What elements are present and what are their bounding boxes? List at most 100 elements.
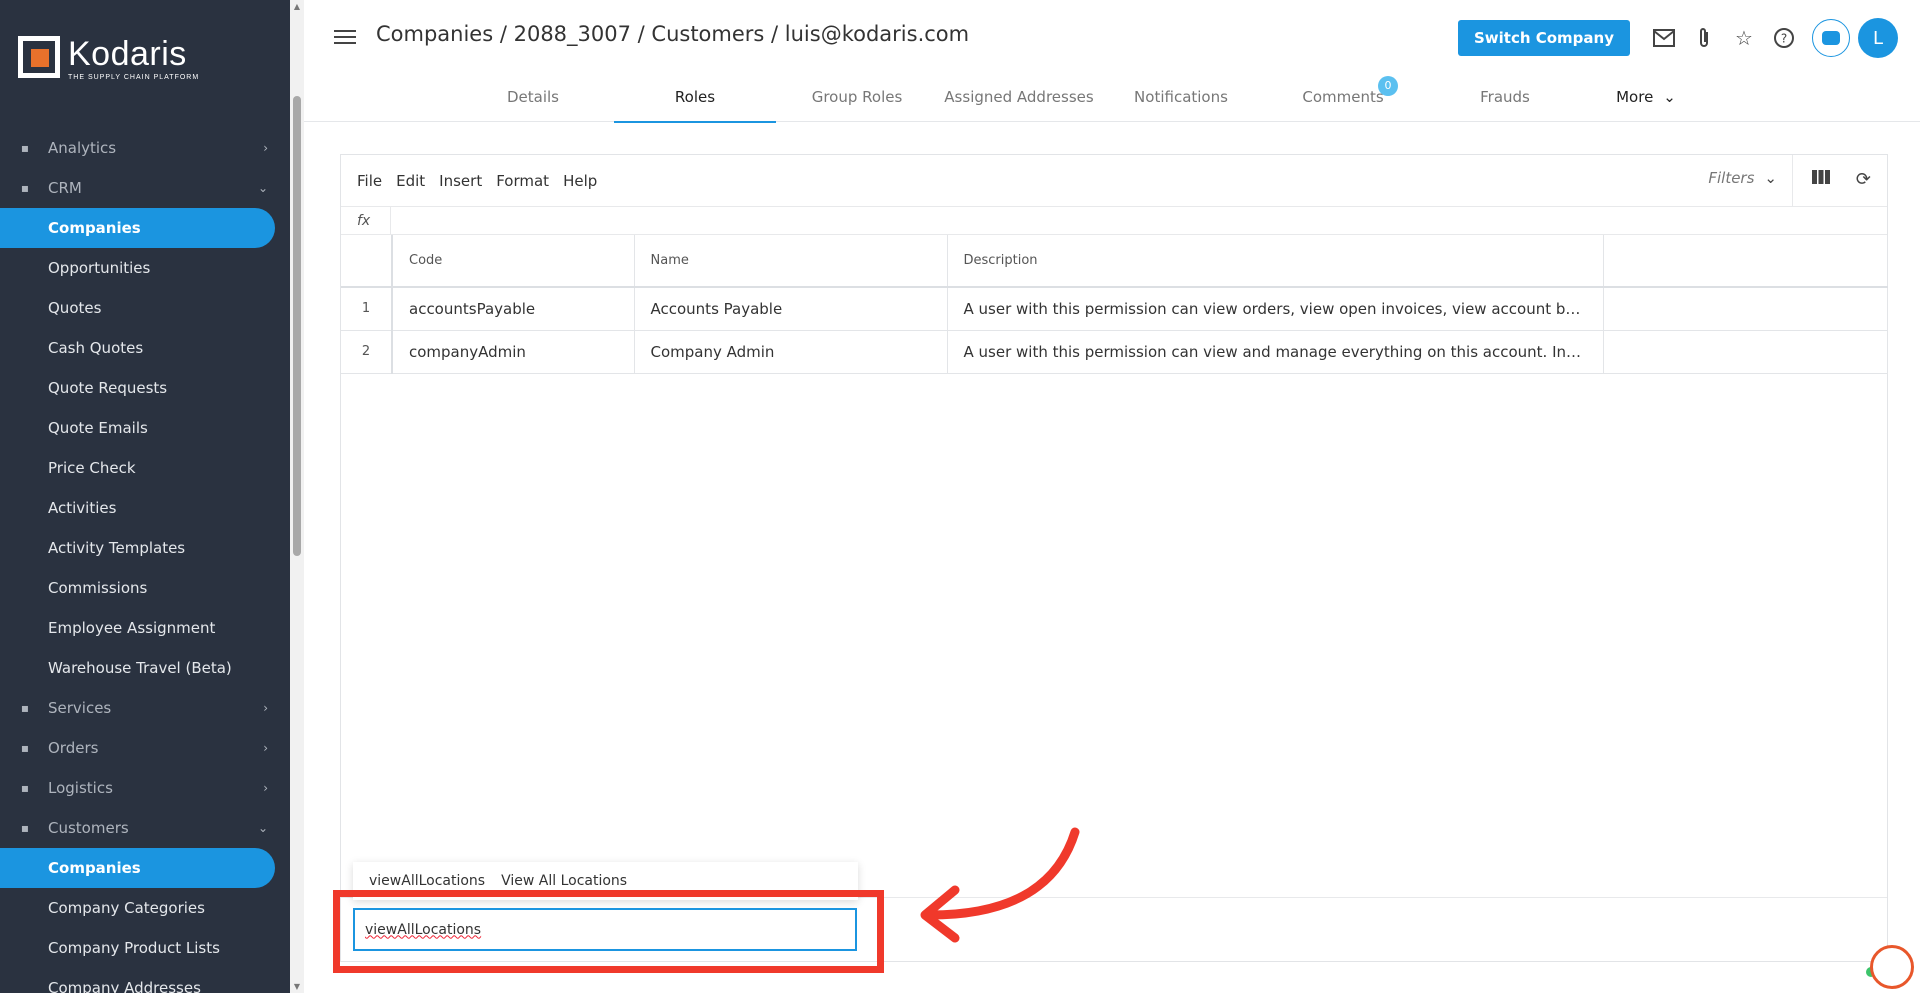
tab-label: Frauds — [1480, 88, 1530, 106]
column-header-empty[interactable] — [1603, 235, 1888, 288]
tab-more[interactable]: More ⌄ — [1586, 74, 1706, 122]
table-row[interactable]: 1 accountsPayable Accounts Payable A user w… — [341, 287, 1888, 331]
tab-roles[interactable]: Roles — [614, 74, 776, 123]
scroll-down-icon[interactable]: ▼ — [292, 982, 302, 991]
attachment-icon[interactable] — [1684, 20, 1724, 56]
star-icon[interactable]: ☆ — [1724, 20, 1764, 56]
sidebar-item-cash-quotes[interactable]: Cash Quotes — [0, 328, 290, 368]
sidebar-item-price-check[interactable]: Price Check — [0, 448, 290, 488]
sidebar-item-warehouse-travel-beta[interactable]: Warehouse Travel (Beta) — [0, 648, 290, 688]
menu-help[interactable]: Help — [563, 172, 597, 190]
sidebar-item-companies[interactable]: Companies — [0, 848, 275, 888]
menu-file[interactable]: File — [357, 172, 382, 190]
sidebar-item-label: Warehouse Travel (Beta) — [48, 659, 232, 677]
sidebar-item-crm[interactable]: ▪ CRM ⌄ — [0, 168, 290, 208]
tab-assigned-addresses[interactable]: Assigned Addresses — [938, 74, 1100, 122]
chat-support-icon[interactable] — [1870, 945, 1914, 989]
chevron-down-icon: ⌄ — [257, 821, 268, 835]
sidebar-item-label: Services — [48, 699, 112, 717]
help-icon[interactable]: ? — [1764, 20, 1804, 56]
tab-label: Group Roles — [811, 88, 903, 106]
row-number[interactable]: 1 — [341, 287, 393, 331]
cell-name[interactable]: Company Admin — [634, 330, 948, 374]
tab-bar: Details Roles Group Roles Assigned Addresse… — [452, 74, 1706, 123]
sidebar-item-label: Employee Assignment — [48, 619, 216, 637]
sidebar-item-activity-templates[interactable]: Activity Templates — [0, 528, 290, 568]
hamburger-menu-icon[interactable] — [334, 26, 356, 46]
sidebar-item-label: Customers — [48, 819, 129, 837]
comments-count-badge: 0 — [1378, 76, 1398, 96]
brand-logo[interactable]: Kodaris THE SUPPLY CHAIN PLATFORM — [0, 0, 290, 120]
tab-details[interactable]: Details — [452, 74, 614, 122]
tab-notifications[interactable]: Notifications — [1100, 74, 1262, 122]
kodaris-logo-icon — [18, 36, 60, 78]
cell-name[interactable]: Accounts Payable — [634, 287, 948, 331]
table-row[interactable]: 2 companyAdmin Company Admin A user with th… — [341, 330, 1888, 374]
sidebar-item-opportunities[interactable]: Opportunities — [0, 248, 290, 288]
assistant-bot-icon[interactable] — [1812, 19, 1850, 57]
orders-icon: ▪ — [20, 741, 30, 755]
chevron-right-icon: › — [263, 741, 268, 755]
sidebar-item-analytics[interactable]: ▪ Analytics › — [0, 128, 290, 168]
brand-name: Kodaris — [68, 35, 187, 73]
sidebar-item-label: Company Product Lists — [48, 939, 220, 957]
cell-description[interactable]: A user with this permission can view and… — [947, 330, 1604, 374]
filters-dropdown[interactable]: Filters ⌄ — [1708, 169, 1777, 187]
sidebar-item-orders[interactable]: ▪ Orders › — [0, 728, 290, 768]
sidebar-item-label: Companies — [48, 859, 141, 877]
tab-label: Assigned Addresses — [944, 88, 1094, 106]
column-header-name[interactable]: Name — [634, 235, 948, 288]
chevron-right-icon: › — [263, 701, 268, 715]
column-header-code[interactable]: Code — [392, 235, 635, 288]
row-number[interactable]: 2 — [341, 330, 393, 374]
sidebar-item-label: Orders — [48, 739, 99, 757]
chevron-right-icon: › — [263, 781, 268, 795]
cell-empty[interactable] — [1603, 287, 1888, 331]
corner-cell[interactable] — [341, 235, 393, 288]
chevron-right-icon: › — [263, 141, 268, 155]
cell-description[interactable]: A user with this permission can view ord… — [947, 287, 1604, 331]
sidebar-item-quotes[interactable]: Quotes — [0, 288, 290, 328]
columns-icon[interactable] — [1811, 169, 1831, 190]
scroll-up-icon[interactable]: ▲ — [292, 2, 302, 11]
sidebar-item-label: Analytics — [48, 139, 117, 157]
menu-format[interactable]: Format — [496, 172, 549, 190]
tab-label: Details — [506, 88, 559, 106]
menu-insert[interactable]: Insert — [439, 172, 482, 190]
cell-code[interactable]: companyAdmin — [392, 330, 635, 374]
sidebar-item-activities[interactable]: Activities — [0, 488, 290, 528]
formula-bar[interactable]: fx — [341, 206, 1887, 235]
filters-label: Filters — [1708, 169, 1755, 187]
analytics-icon: ▪ — [20, 141, 30, 155]
tab-frauds[interactable]: Frauds — [1424, 74, 1586, 122]
mail-icon[interactable] — [1644, 20, 1684, 56]
scroll-thumb[interactable] — [293, 96, 301, 556]
sidebar-item-companies[interactable]: Companies — [0, 208, 275, 248]
cell-empty[interactable] — [1603, 330, 1888, 374]
tab-group-roles[interactable]: Group Roles — [776, 74, 938, 122]
switch-company-button[interactable]: Switch Company — [1457, 20, 1630, 56]
sidebar-item-company-categories[interactable]: Company Categories — [0, 888, 290, 928]
refresh-icon[interactable]: ⟳ — [1856, 169, 1871, 190]
tab-comments[interactable]: Comments 0 — [1262, 74, 1424, 122]
column-header-description[interactable]: Description — [947, 235, 1604, 288]
sidebar-item-services[interactable]: ▪ Services › — [0, 688, 290, 728]
sidebar-item-quote-requests[interactable]: Quote Requests — [0, 368, 290, 408]
tab-label: Roles — [674, 88, 716, 106]
sidebar-item-company-addresses[interactable]: Company Addresses — [0, 968, 290, 993]
avatar[interactable]: L — [1858, 18, 1898, 58]
sidebar-item-logistics[interactable]: ▪ Logistics › — [0, 768, 290, 808]
customers-icon: ▪ — [20, 821, 30, 835]
cell-code[interactable]: accountsPayable — [392, 287, 635, 331]
sidebar-item-employee-assignment[interactable]: Employee Assignment — [0, 608, 290, 648]
sidebar-item-commissions[interactable]: Commissions — [0, 568, 290, 608]
menu-edit[interactable]: Edit — [396, 172, 425, 190]
sidebar: Kodaris THE SUPPLY CHAIN PLATFORM ▪ Analy… — [0, 0, 290, 993]
sheet-toolbar: File Edit Insert Format Help Filters ⌄ ⟳ — [341, 155, 1887, 207]
sidebar-scrollbar[interactable]: ▲ ▼ — [290, 0, 304, 993]
sidebar-item-quote-emails[interactable]: Quote Emails — [0, 408, 290, 448]
sidebar-item-label: CRM — [48, 179, 82, 197]
sidebar-item-customers[interactable]: ▪ Customers ⌄ — [0, 808, 290, 848]
annotation-arrow-icon — [920, 827, 1080, 943]
sidebar-item-company-product-lists[interactable]: Company Product Lists — [0, 928, 290, 968]
